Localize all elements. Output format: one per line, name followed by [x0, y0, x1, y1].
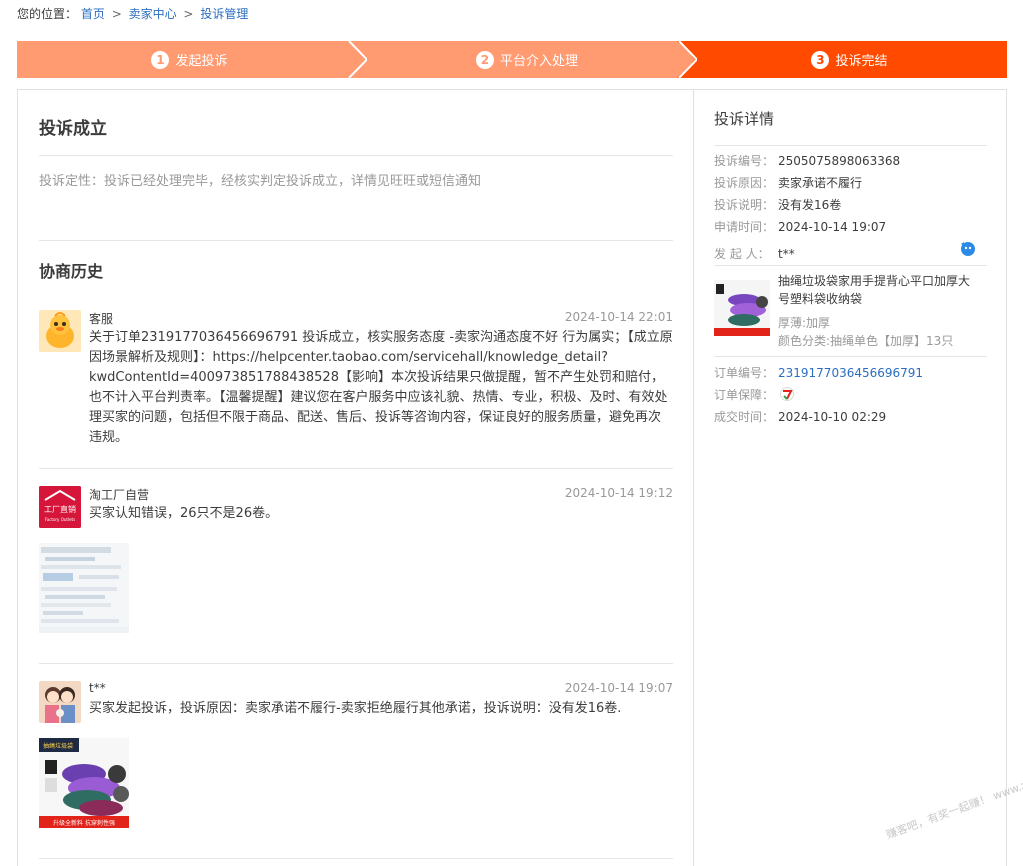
duck-mascot-icon: [39, 310, 81, 352]
complaint-no-label: 投诉编号：: [714, 154, 775, 168]
progress-steps: 1 发起投诉 2 平台介入处理 3 投诉完结: [17, 41, 1007, 78]
attachment-image[interactable]: 抽绳垃圾袋 升级全新料 抗穿刺性强: [39, 738, 129, 828]
history-message: 客服 2024-10-14 22:01 关于订单2319177036456696…: [39, 310, 673, 460]
step-label: 发起投诉: [175, 54, 228, 69]
apply-time-label: 申请时间：: [714, 220, 775, 234]
message-time: 2024-10-14 19:12: [564, 486, 673, 500]
history-message: t** 2024-10-14 19:07 买家发起投诉，投诉原因：卖家承诺不履行…: [39, 681, 673, 841]
message-author: t**: [89, 681, 106, 695]
complaint-detail-sidebar: 投诉详情 投诉编号： 2505075898063368 投诉原因： 卖家承诺不履行 …: [694, 90, 1006, 866]
initiator-label: 发 起 人：: [714, 247, 770, 261]
complaint-no-row: 投诉编号： 2505075898063368: [714, 152, 900, 169]
message-author: 客服: [89, 312, 114, 326]
message-time: 2024-10-14 19:07: [564, 681, 673, 695]
product-sku: 厚薄:加厚 颜色分类:抽绳单色【加厚】13只: [778, 314, 953, 350]
note-row: 投诉说明： 没有发16卷: [714, 196, 841, 213]
guarantee-row: 订单保障：: [714, 386, 778, 403]
message-text: 买家发起投诉，投诉原因：卖家承诺不履行-卖家拒绝履行其他承诺，投诉说明：没有发1…: [89, 701, 622, 716]
divider: [39, 240, 673, 241]
breadcrumb-sep: >: [183, 7, 194, 21]
reason-label: 投诉原因：: [714, 176, 775, 190]
divider: [39, 858, 673, 859]
wangwang-chat-icon[interactable]: [960, 241, 976, 257]
breadcrumb-home-link[interactable]: 首页: [81, 7, 105, 21]
product-image[interactable]: [714, 280, 770, 336]
divider: [714, 265, 987, 266]
detail-title: 投诉详情: [714, 110, 775, 128]
deal-time-row: 成交时间： 2024-10-10 02:29: [714, 408, 886, 425]
attachment-image[interactable]: [39, 543, 129, 633]
order-no-link[interactable]: 2319177036456696791: [778, 366, 923, 380]
product-title-link[interactable]: 抽绳垃圾袋家用手提背心平口加厚大号塑料袋收纳袋: [778, 272, 978, 308]
complaint-panel: 投诉成立 投诉定性：投诉已经处理完毕，经核实判定投诉成立，详情见旺旺或短信通知 …: [17, 89, 1007, 866]
reason-value: 卖家承诺不履行: [778, 176, 863, 190]
attachment-caption-top: 抽绳垃圾袋: [43, 742, 73, 750]
message-text: 关于订单2319177036456696791 投诉成立，核实服务态度 -卖家沟…: [89, 330, 673, 445]
history-title: 协商历史: [39, 262, 104, 281]
avatar-logo-subtext: Factory Outlets: [45, 517, 75, 522]
note-value: 没有发16卷: [778, 198, 842, 212]
factory-outlet-logo-icon: 工厂直销 Factory Outlets: [39, 486, 81, 528]
complaint-main: 投诉成立 投诉定性：投诉已经处理完毕，经核实判定投诉成立，详情见旺旺或短信通知 …: [18, 90, 694, 866]
message-time: 2024-10-14 22:01: [564, 310, 673, 324]
divider: [39, 663, 673, 664]
apply-time-row: 申请时间： 2024-10-14 19:07: [714, 218, 886, 235]
step-number: 2: [475, 50, 494, 69]
initiator-value: t**: [778, 247, 795, 261]
order-no-row: 订单编号： 2319177036456696791: [714, 364, 923, 381]
product-color: 颜色分类:抽绳单色【加厚】13只: [778, 334, 954, 348]
guarantee-label: 订单保障：: [714, 388, 775, 402]
result-description: 投诉定性：投诉已经处理完毕，经核实判定投诉成立，详情见旺旺或短信通知: [39, 174, 482, 189]
divider: [39, 468, 673, 469]
attachment-caption-bottom: 升级全新料 抗穿刺性强: [53, 819, 115, 827]
deal-time-label: 成交时间：: [714, 410, 775, 424]
result-title: 投诉成立: [39, 119, 107, 139]
step-label: 平台介入处理: [499, 54, 578, 69]
deal-time-value: 2024-10-10 02:29: [778, 410, 887, 424]
breadcrumb: 您的位置： 首页 > 卖家中心 > 投诉管理: [17, 5, 248, 21]
breadcrumb-sep: >: [111, 7, 122, 21]
divider: [714, 356, 987, 357]
divider: [714, 145, 987, 146]
step-platform: 2 平台介入处理: [362, 41, 692, 78]
breadcrumb-prefix: 您的位置：: [17, 7, 78, 21]
breadcrumb-complaint-link[interactable]: 投诉管理: [200, 7, 248, 21]
note-label: 投诉说明：: [714, 198, 775, 212]
breadcrumb-seller-center-link[interactable]: 卖家中心: [129, 7, 177, 21]
product-thickness: 厚薄:加厚: [778, 316, 831, 330]
step-number: 1: [151, 50, 170, 69]
step-initiate: 1 发起投诉: [17, 41, 362, 78]
seven-day-return-icon[interactable]: [780, 387, 794, 401]
history-message: 工厂直销 Factory Outlets 淘工厂自营 2024-10-14 19…: [39, 486, 673, 636]
divider: [39, 155, 673, 156]
step-label: 投诉完结: [835, 54, 888, 69]
step-chevron-icon: [677, 41, 697, 78]
order-no-label: 订单编号：: [714, 366, 775, 380]
apply-time-value: 2024-10-14 19:07: [778, 220, 887, 234]
avatar-logo-text: 工厂直销: [44, 504, 76, 514]
step-chevron-icon: [347, 41, 367, 78]
message-text: 买家认知错误，26只不是26卷。: [89, 506, 279, 521]
message-author: 淘工厂自营: [89, 488, 150, 502]
step-number: 3: [811, 50, 830, 69]
reason-row: 投诉原因： 卖家承诺不履行: [714, 174, 862, 191]
couple-cartoon-icon: [39, 681, 81, 723]
step-complete: 3 投诉完结: [692, 41, 1007, 78]
initiator-row: 发 起 人： t**: [714, 245, 795, 262]
complaint-no-value: 2505075898063368: [778, 154, 901, 168]
